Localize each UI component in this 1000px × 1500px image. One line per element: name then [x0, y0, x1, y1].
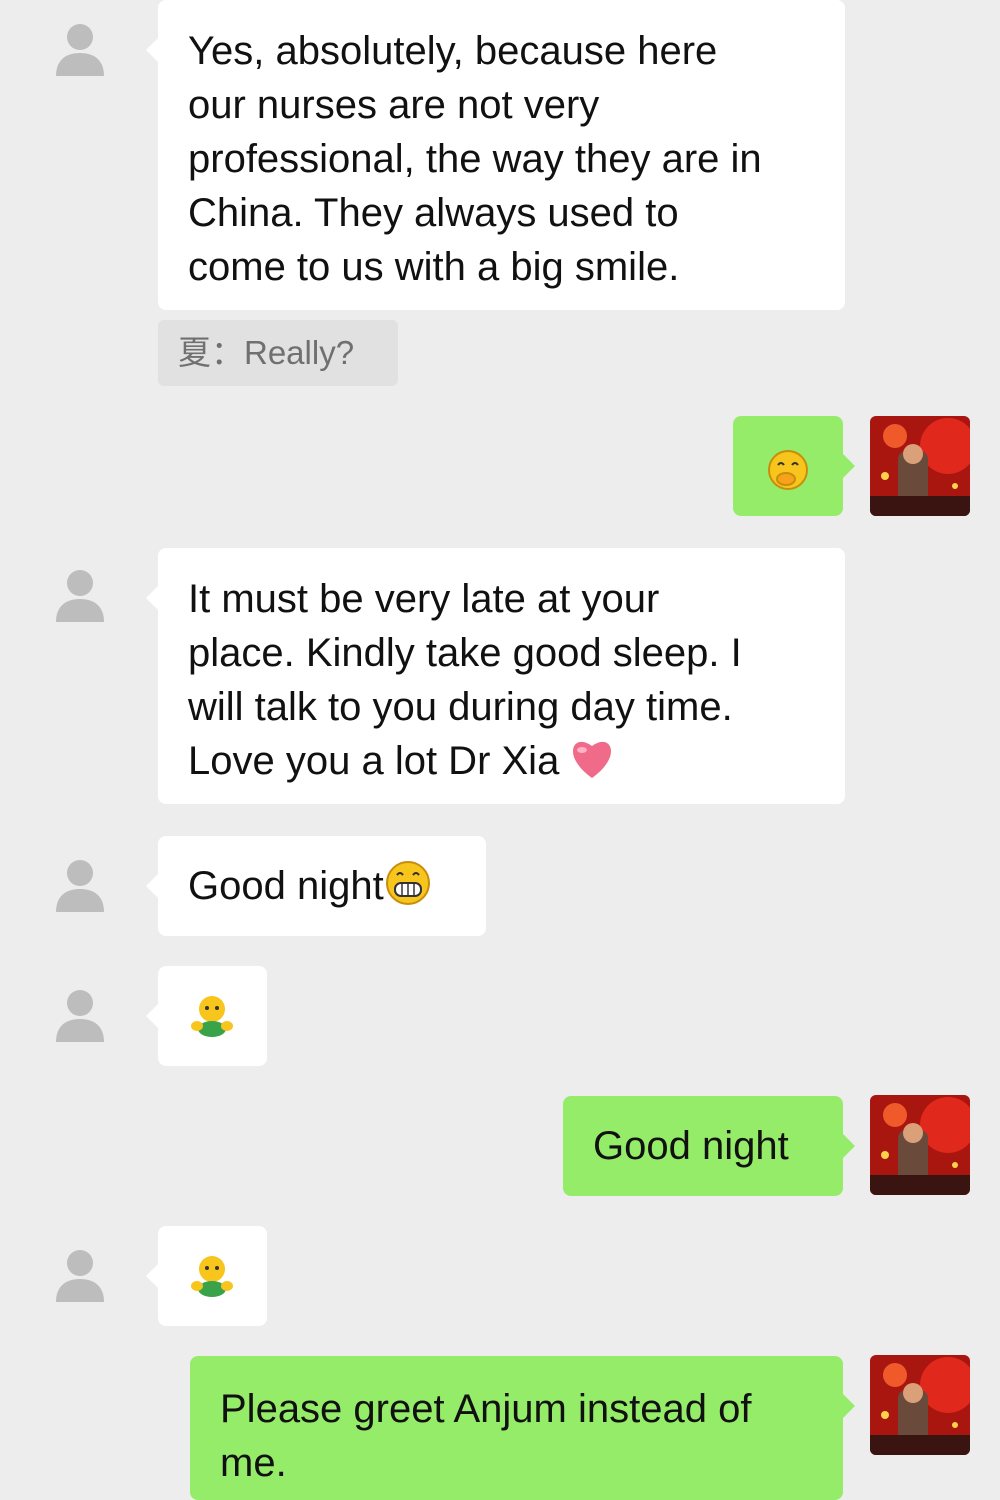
message-text: Good night	[593, 1124, 789, 1168]
grin-emoji-icon	[385, 861, 430, 905]
message-text: Good night	[188, 864, 384, 908]
message-bubble-incoming[interactable]	[146, 1226, 267, 1326]
quoted-reply[interactable]: 夏：Really?	[158, 320, 398, 386]
my-avatar[interactable]	[870, 1095, 970, 1195]
person-icon	[50, 20, 110, 80]
my-avatar[interactable]	[870, 416, 970, 516]
message-bubble-outgoing[interactable]: Good night	[563, 1096, 855, 1196]
message-text: It must be very late at your place. Kind…	[188, 577, 742, 783]
contact-avatar[interactable]	[50, 986, 110, 1046]
message-bubble-incoming[interactable]: It must be very late at your place. Kind…	[146, 548, 845, 804]
person-icon	[50, 1246, 110, 1306]
profile-photo	[870, 416, 970, 516]
message-bubble-incoming[interactable]: Good night	[146, 836, 486, 936]
my-avatar[interactable]	[870, 1355, 970, 1455]
message-text: Yes, absolutely, because here our nurses…	[188, 29, 762, 289]
profile-photo	[870, 1355, 970, 1455]
hug-emoji-icon	[187, 993, 237, 1043]
profile-photo	[870, 1095, 970, 1195]
heart-emoji-icon	[573, 741, 612, 778]
message-bubble-outgoing[interactable]	[733, 416, 855, 516]
person-icon	[50, 566, 110, 626]
contact-avatar[interactable]	[50, 1246, 110, 1306]
contact-avatar[interactable]	[50, 20, 110, 80]
chuckle-emoji-icon	[768, 450, 808, 490]
hug-emoji-icon	[187, 1253, 237, 1303]
contact-avatar[interactable]	[50, 566, 110, 626]
message-bubble-incoming[interactable]	[146, 966, 267, 1066]
contact-avatar[interactable]	[50, 856, 110, 916]
message-bubble-outgoing[interactable]: Please greet Anjum instead of me.	[190, 1356, 855, 1500]
message-bubble-incoming[interactable]: Yes, absolutely, because here our nurses…	[146, 0, 845, 310]
message-text: Please greet Anjum instead of me.	[220, 1387, 752, 1485]
person-icon	[50, 986, 110, 1046]
person-icon	[50, 856, 110, 916]
